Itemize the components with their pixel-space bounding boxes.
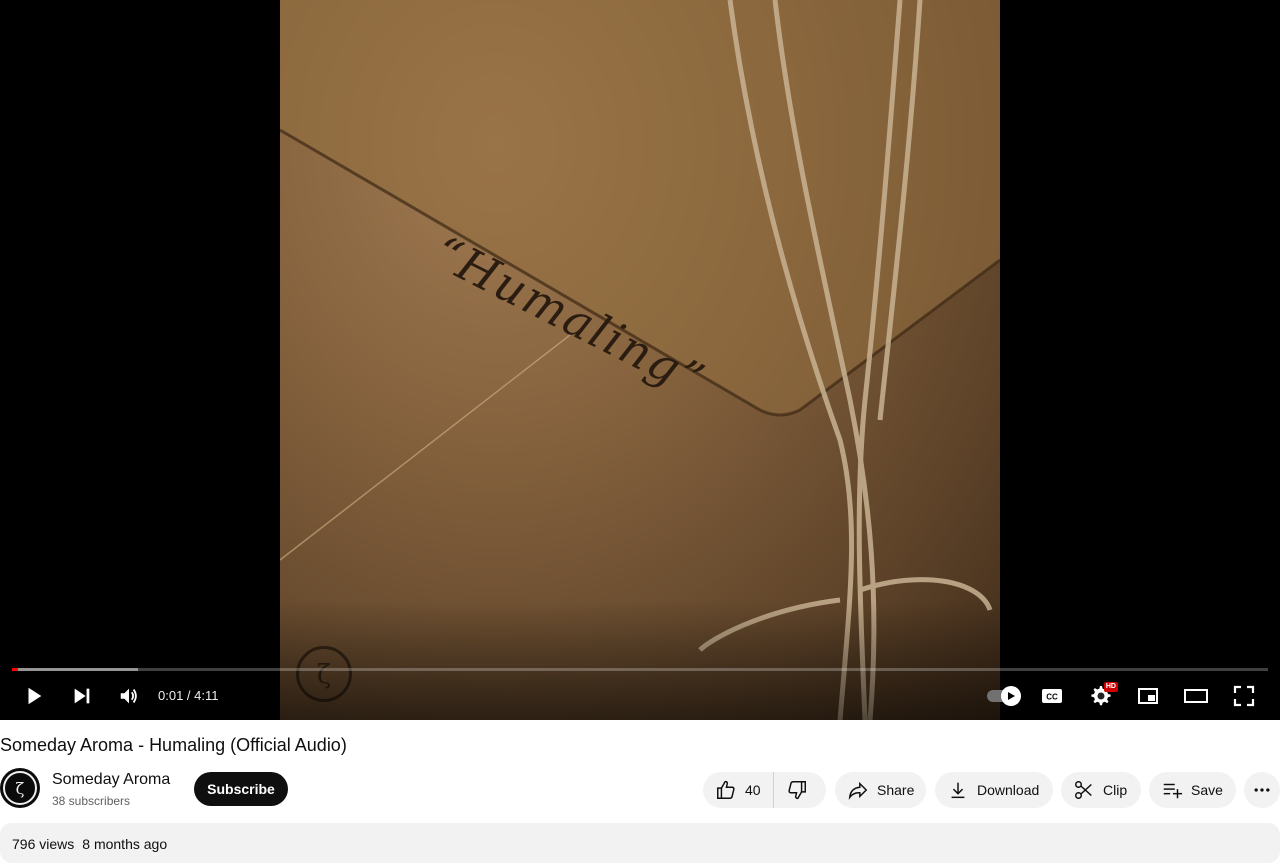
download-label: Download xyxy=(977,782,1040,798)
video-title: Someday Aroma - Humaling (Official Audio… xyxy=(0,735,347,755)
save-button[interactable]: Save xyxy=(1149,772,1236,808)
time-current: 0:01 xyxy=(158,688,184,703)
play-icon xyxy=(28,687,42,705)
like-count: 40 xyxy=(745,782,761,798)
description-meta: 796 views 8 months ago xyxy=(12,836,167,852)
captions-button[interactable]: CC xyxy=(1028,672,1076,720)
thumbs-down-icon xyxy=(787,781,806,800)
upload-date: 8 months ago xyxy=(82,836,168,852)
more-horizontal-icon xyxy=(1254,788,1270,792)
channel-avatar[interactable]: ζ xyxy=(0,768,40,808)
time-display: 0:01 / 4:11 xyxy=(158,688,219,703)
view-count: 796 views xyxy=(12,836,75,852)
save-label: Save xyxy=(1191,782,1223,798)
share-button[interactable]: Share xyxy=(835,772,926,808)
progress-bar[interactable] xyxy=(12,668,1268,671)
clip-button[interactable]: Clip xyxy=(1061,772,1141,808)
like-dislike-group: 40 xyxy=(703,772,826,808)
captions-icon: CC xyxy=(1042,689,1062,703)
description-box[interactable]: 796 views 8 months ago xyxy=(0,823,1280,863)
download-button[interactable]: Download xyxy=(935,772,1053,808)
progress-played xyxy=(12,668,18,671)
fullscreen-icon xyxy=(1233,685,1255,707)
download-icon xyxy=(951,782,965,799)
channel-name[interactable]: Someday Aroma xyxy=(52,771,170,789)
settings-button[interactable]: HD xyxy=(1076,672,1124,720)
clip-label: Clip xyxy=(1103,782,1128,798)
progress-loaded xyxy=(12,668,138,671)
player-controls: 0:01 / 4:11 CC HD xyxy=(0,672,1280,720)
miniplayer-icon xyxy=(1138,688,1158,704)
fullscreen-button[interactable] xyxy=(1220,672,1268,720)
subscriber-count: 38 subscribers xyxy=(52,794,131,808)
time-total: 4:11 xyxy=(194,688,219,703)
volume-button[interactable] xyxy=(105,672,153,720)
time-separator: / xyxy=(183,688,195,703)
like-button[interactable]: 40 xyxy=(703,772,774,808)
miniplayer-button[interactable] xyxy=(1124,672,1172,720)
play-button[interactable] xyxy=(10,672,58,720)
autoplay-toggle-icon xyxy=(987,686,1021,706)
scissors-icon xyxy=(1075,781,1092,799)
next-icon xyxy=(74,688,90,704)
autoplay-toggle[interactable] xyxy=(978,672,1026,720)
save-to-playlist-icon xyxy=(1163,783,1183,799)
hd-badge: HD xyxy=(1103,682,1118,692)
dislike-button[interactable] xyxy=(774,772,820,808)
thumbs-up-icon xyxy=(717,780,735,799)
theater-icon xyxy=(1184,689,1208,703)
share-icon xyxy=(848,781,868,800)
share-label: Share xyxy=(877,782,915,798)
volume-icon xyxy=(120,688,137,704)
subscribe-button[interactable]: Subscribe xyxy=(194,772,288,806)
theater-button[interactable] xyxy=(1172,672,1220,720)
next-button[interactable] xyxy=(58,672,106,720)
video-player[interactable]: “Humaling” ζ 0:01 / 4:11 CC xyxy=(0,0,1280,720)
more-actions-button[interactable] xyxy=(1244,772,1280,808)
channel-avatar-logo-icon: ζ xyxy=(3,771,37,805)
svg-text:CC: CC xyxy=(1046,693,1058,702)
